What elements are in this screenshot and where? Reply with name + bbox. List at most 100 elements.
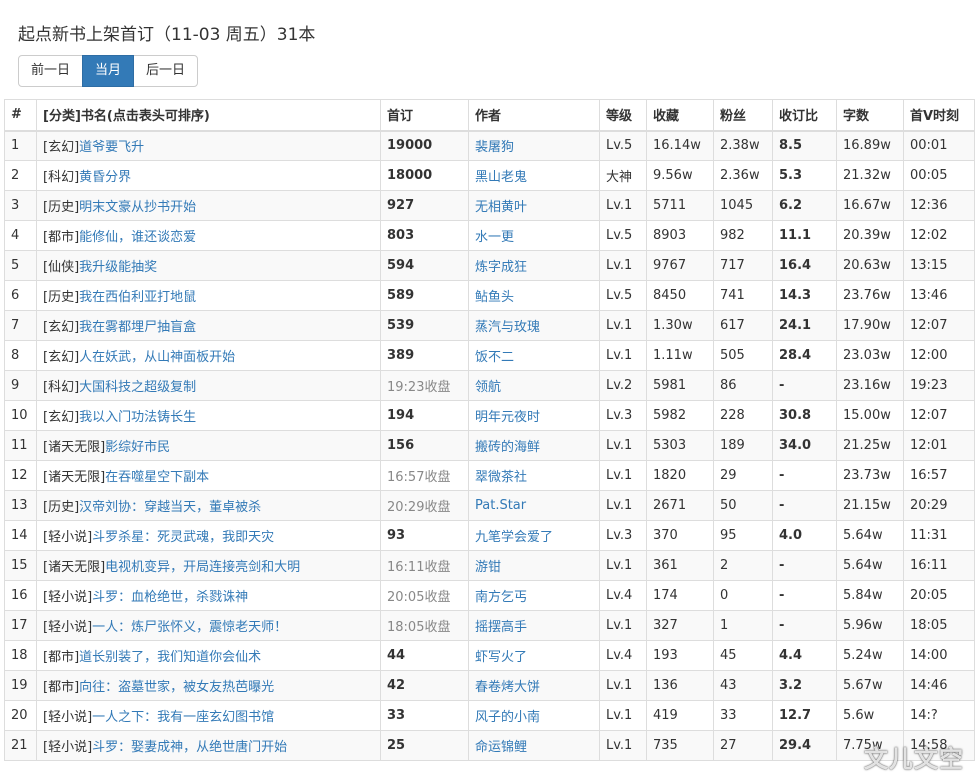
book-title-link[interactable]: 能修仙，谁还谈恋爱 <box>79 230 196 245</box>
author-level: Lv.2 <box>606 378 633 393</box>
current-month-button[interactable]: 当月 <box>82 55 135 87</box>
first-order-cell: 16:57收盘 <box>380 460 469 491</box>
row-index-cell: 1 <box>4 130 37 161</box>
col-title-header[interactable]: [分类]书名(点击表头可排序) <box>36 99 381 132</box>
book-title-link[interactable]: 我在西伯利亚打地鼠 <box>79 290 196 305</box>
author-link[interactable]: 风子的小南 <box>475 710 540 725</box>
row-index-cell: 10 <box>4 400 37 431</box>
order-ratio: 16.4 <box>779 258 812 273</box>
level-cell: Lv.1 <box>599 670 647 701</box>
book-title-link[interactable]: 明末文豪从抄书开始 <box>79 200 196 215</box>
col-ratio-header[interactable]: 收订比 <box>772 99 837 132</box>
author-link[interactable]: Pat.Star <box>475 498 526 513</box>
row-index-cell: 17 <box>4 610 37 641</box>
book-title-link[interactable]: 我在雾都埋尸抽盲盒 <box>79 320 196 335</box>
row-index-cell: 11 <box>4 430 37 461</box>
col-favorites-header[interactable]: 收藏 <box>646 99 714 132</box>
col-level-header[interactable]: 等级 <box>599 99 647 132</box>
book-title-link[interactable]: 电视机变异，开局连接亮剑和大明 <box>105 560 300 575</box>
word-count: 5.64w <box>843 558 883 573</box>
col-first-order-header[interactable]: 首订 <box>380 99 469 132</box>
row-index: 1 <box>11 138 20 154</box>
book-title-link[interactable]: 在吞噬星空下副本 <box>105 470 209 485</box>
first-order-value: 156 <box>387 438 415 453</box>
book-title-link[interactable]: 我以入门功法铸长生 <box>79 410 196 425</box>
author-link[interactable]: 饭不二 <box>475 350 514 365</box>
col-fans-header[interactable]: 粉丝 <box>713 99 773 132</box>
book-title-link[interactable]: 一人之下：我有一座玄幻图书馆 <box>92 710 274 725</box>
author-link[interactable]: 九笔学会爱了 <box>475 530 553 545</box>
author-cell: 虾写火了 <box>468 640 600 671</box>
fans-cell: 2.36w <box>713 160 773 191</box>
col-author-header[interactable]: 作者 <box>468 99 600 132</box>
book-category: [轻小说] <box>43 710 93 725</box>
author-cell: 领航 <box>468 370 600 401</box>
table-row: 14 [轻小说]斗罗杀星：死灵武魂，我即天灾 93 九笔学会爱了 Lv.3 370 95 4.… <box>4 520 975 551</box>
order-ratio: 34.0 <box>779 438 812 453</box>
author-link[interactable]: 领航 <box>475 380 501 395</box>
order-ratio: - <box>779 498 785 513</box>
author-link[interactable]: 鲇鱼头 <box>475 290 514 305</box>
first-vip-time-cell: 16:11 <box>903 550 975 581</box>
fans-count: 43 <box>720 678 737 693</box>
row-index: 18 <box>11 648 28 663</box>
author-link[interactable]: 无相黄叶 <box>475 200 527 215</box>
book-title-link[interactable]: 道长别装了，我们知道你会仙术 <box>79 650 261 665</box>
book-title-link[interactable]: 斗罗：血枪绝世，杀戮诛神 <box>92 590 248 605</box>
first-order-value: 194 <box>387 408 415 423</box>
book-title-link[interactable]: 大国科技之超级复制 <box>79 380 196 395</box>
author-link[interactable]: 翠微茶社 <box>475 470 527 485</box>
book-title-link[interactable]: 斗罗杀星：死灵武魂，我即天灾 <box>92 530 274 545</box>
author-link[interactable]: 春卷烤大饼 <box>475 680 540 695</box>
book-title-link[interactable]: 汉帝刘协：穿越当天，董卓被杀 <box>79 500 261 515</box>
author-link[interactable]: 炼字成狂 <box>475 260 527 275</box>
fans-count: 189 <box>720 438 745 453</box>
level-cell: Lv.1 <box>599 550 647 581</box>
author-link[interactable]: 蒸汽与玫瑰 <box>475 320 540 335</box>
author-link[interactable]: 命运锦鲤 <box>475 740 527 755</box>
book-title-link[interactable]: 一人：炼尸张怀义，震惊老天师！ <box>92 620 287 635</box>
book-title-cell: [轻小说]斗罗：血枪绝世，杀戮诛神 <box>36 580 381 611</box>
order-ratio: - <box>779 618 785 633</box>
author-link[interactable]: 水一更 <box>475 230 514 245</box>
author-link[interactable]: 裴屠狗 <box>475 140 514 155</box>
book-title-link[interactable]: 黄昏分界 <box>79 170 131 185</box>
author-link[interactable]: 游钳 <box>475 560 501 575</box>
next-day-button[interactable]: 后一日 <box>133 55 199 87</box>
author-cell: 水一更 <box>468 220 600 251</box>
book-title-cell: [轻小说]斗罗：娶妻成神，从绝世唐门开始 <box>36 730 381 761</box>
row-index-cell: 7 <box>4 310 37 341</box>
author-link[interactable]: 南方乞丐 <box>475 590 527 605</box>
book-title-cell: [玄幻]我以入门功法铸长生 <box>36 400 381 431</box>
book-title-link[interactable]: 影综好市民 <box>105 440 170 455</box>
book-title-link[interactable]: 道爷要飞升 <box>79 140 144 155</box>
table-body: 1 [玄幻]道爷要飞升 19000 裴屠狗 Lv.5 16.14w 2.38w 8.5 16.8… <box>4 130 975 761</box>
book-title-link[interactable]: 我升级能抽奖 <box>79 260 157 275</box>
col-index-header[interactable]: # <box>4 99 37 132</box>
author-cell: 黑山老鬼 <box>468 160 600 191</box>
row-index-cell: 2 <box>4 160 37 191</box>
author-link[interactable]: 黑山老鬼 <box>475 170 527 185</box>
book-title-link[interactable]: 向往：盗墓世家，被女友热芭曝光 <box>79 680 274 695</box>
author-link[interactable]: 摇摆高手 <box>475 620 527 635</box>
author-link[interactable]: 明年元夜时 <box>475 410 540 425</box>
ratio-cell: 29.4 <box>772 730 837 761</box>
first-order-value: 594 <box>387 258 415 273</box>
col-words-header[interactable]: 字数 <box>836 99 904 132</box>
first-order-value: 803 <box>387 228 415 243</box>
author-cell: 炼字成狂 <box>468 250 600 281</box>
row-index: 17 <box>11 618 28 633</box>
words-cell: 21.25w <box>836 430 904 461</box>
author-level: Lv.4 <box>606 588 633 603</box>
favorites-count: 5303 <box>653 438 687 453</box>
ratio-cell: - <box>772 490 837 521</box>
book-title-link[interactable]: 斗罗：娶妻成神，从绝世唐门开始 <box>92 740 287 755</box>
fans-cell: 505 <box>713 340 773 371</box>
words-cell: 5.96w <box>836 610 904 641</box>
book-title-link[interactable]: 人在妖武，从山神面板开始 <box>79 350 235 365</box>
author-link[interactable]: 虾写火了 <box>475 650 527 665</box>
author-link[interactable]: 搬砖的海鲜 <box>475 440 540 455</box>
prev-day-button[interactable]: 前一日 <box>18 55 84 87</box>
col-first-vip-time-header[interactable]: 首V时刻 <box>903 99 975 132</box>
level-cell: Lv.1 <box>599 190 647 221</box>
